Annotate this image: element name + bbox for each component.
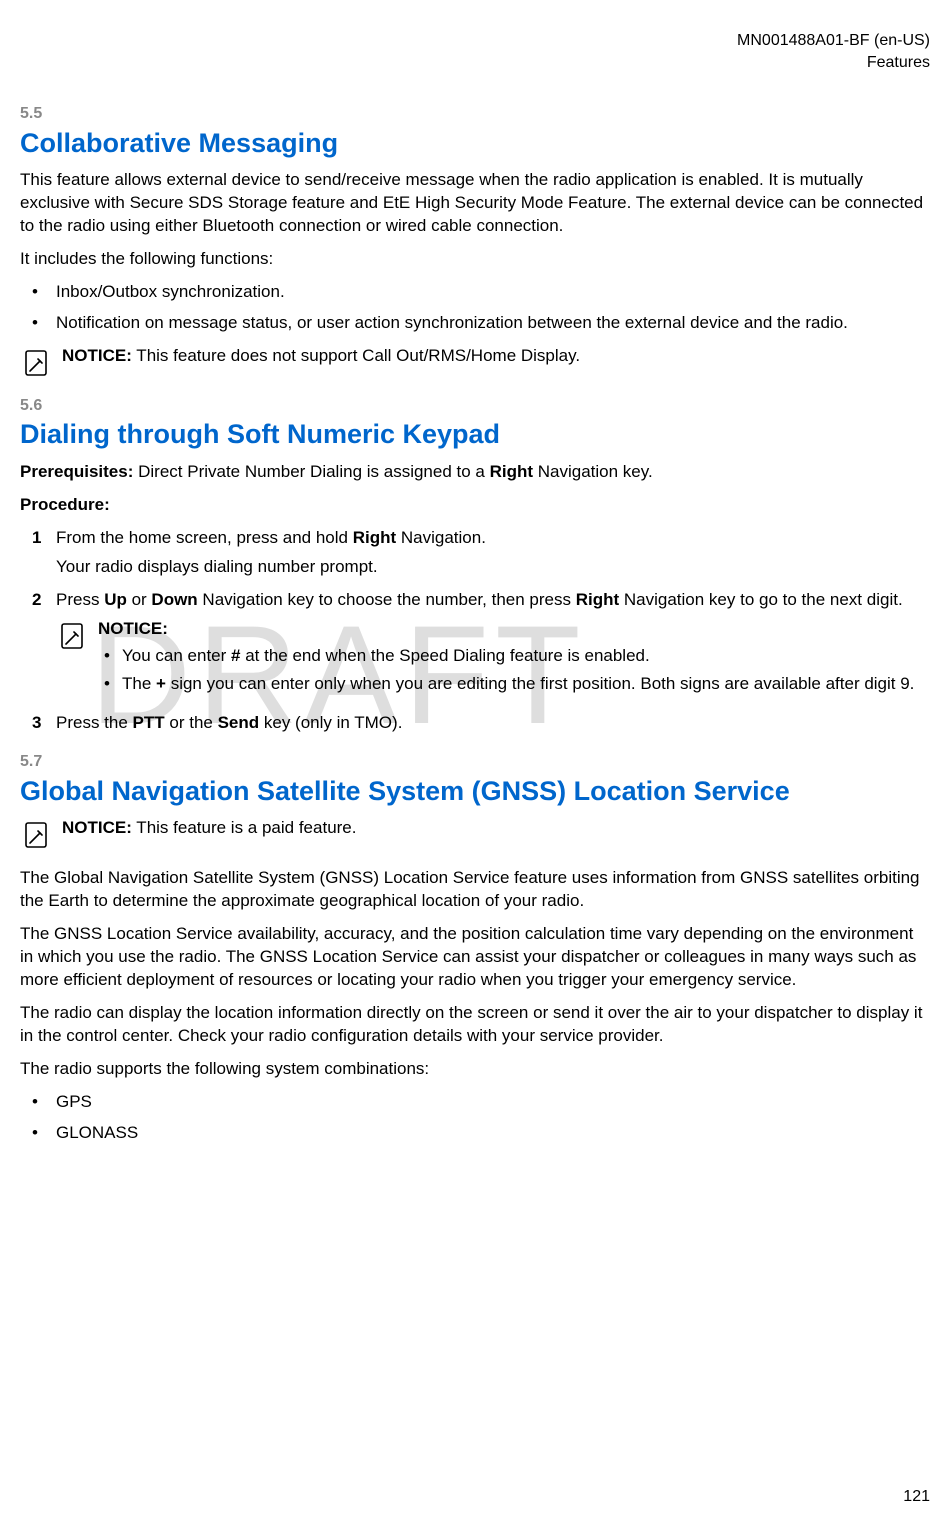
list-item: Inbox/Outbox synchronization.	[20, 281, 930, 304]
para-55-1: This feature allows external device to s…	[20, 169, 930, 238]
procedure-label: Procedure:	[20, 494, 930, 517]
step-2-right: Right	[576, 590, 619, 609]
step-2-text-e: Navigation key to choose the number, the…	[198, 590, 576, 609]
section-title-dialing: Dialing through Soft Numeric Keypad	[20, 416, 930, 452]
notice-icon	[56, 620, 88, 652]
step-2-text-c: or	[127, 590, 152, 609]
list-item: The + sign you can enter only when you a…	[98, 673, 930, 696]
notice-label: NOTICE:	[62, 818, 132, 837]
step-1-text-a: From the home screen, press and hold	[56, 528, 353, 547]
b2b: +	[156, 674, 166, 693]
notice-text: This feature is a paid feature.	[132, 818, 357, 837]
section-title-gnss: Global Navigation Satellite System (GNSS…	[20, 773, 930, 809]
prereq-text-b: Navigation key.	[533, 462, 653, 481]
bullet-list-55: Inbox/Outbox synchronization. Notificati…	[20, 281, 930, 335]
section-number-55: 5.5	[20, 103, 930, 125]
notice-text: This feature does not support Call Out/R…	[132, 346, 580, 365]
step-3-send: Send	[218, 713, 260, 732]
notice-content: NOTICE: This feature does not support Ca…	[62, 345, 930, 368]
prereq-text-a: Direct Private Number Dialing is assigne…	[133, 462, 489, 481]
bullet-list-57: GPS GLONASS	[20, 1091, 930, 1145]
notice-icon	[20, 347, 52, 379]
doc-id: MN001488A01-BF (en-US)	[20, 30, 930, 52]
step-3-text-a: Press the	[56, 713, 133, 732]
procedure-list: From the home screen, press and hold Rig…	[20, 527, 930, 736]
b2c: sign you can enter only when you are edi…	[166, 674, 914, 693]
step-1-text-c: Navigation.	[396, 528, 486, 547]
step-1: From the home screen, press and hold Rig…	[20, 527, 930, 579]
step-3-ptt: PTT	[133, 713, 165, 732]
prereq-bold: Right	[490, 462, 533, 481]
step-2-text-a: Press	[56, 590, 104, 609]
header-meta: MN001488A01-BF (en-US) Features	[20, 30, 930, 73]
step-3-text-e: key (only in TMO).	[259, 713, 402, 732]
list-item: GPS	[20, 1091, 930, 1114]
notice-step2: NOTICE: You can enter # at the end when …	[56, 618, 930, 703]
nested-bullets: You can enter # at the end when the Spee…	[98, 645, 930, 697]
notice-content: NOTICE: This feature is a paid feature.	[62, 817, 930, 840]
page-number: 121	[903, 1486, 930, 1508]
b2a: The	[122, 674, 156, 693]
notice-label: NOTICE:	[98, 618, 930, 641]
notice-label: NOTICE:	[62, 346, 132, 365]
notice-content: NOTICE: You can enter # at the end when …	[98, 618, 930, 703]
list-item: You can enter # at the end when the Spee…	[98, 645, 930, 668]
b1c: at the end when the Speed Dialing featur…	[240, 646, 649, 665]
step-2-text-g: Navigation key to go to the next digit.	[619, 590, 903, 609]
para-57-3: The radio can display the location infor…	[20, 1002, 930, 1048]
list-item: GLONASS	[20, 1122, 930, 1145]
para-57-2: The GNSS Location Service availability, …	[20, 923, 930, 992]
section-title-collaborative-messaging: Collaborative Messaging	[20, 125, 930, 161]
prereq-label: Prerequisites:	[20, 462, 133, 481]
prereq-line: Prerequisites: Direct Private Number Dia…	[20, 461, 930, 484]
notice-57: NOTICE: This feature is a paid feature.	[20, 817, 930, 851]
step-3: Press the PTT or the Send key (only in T…	[20, 712, 930, 735]
para-57-4: The radio supports the following system …	[20, 1058, 930, 1081]
notice-icon	[20, 819, 52, 851]
list-item: Notification on message status, or user …	[20, 312, 930, 335]
step-2-down: Down	[151, 590, 197, 609]
section-number-56: 5.6	[20, 395, 930, 417]
step-2: Press Up or Down Navigation key to choos…	[20, 589, 930, 703]
para-55-2: It includes the following functions:	[20, 248, 930, 271]
b1a: You can enter	[122, 646, 231, 665]
section-name: Features	[20, 52, 930, 74]
step-2-up: Up	[104, 590, 127, 609]
section-number-57: 5.7	[20, 751, 930, 773]
step-3-text-c: or the	[165, 713, 218, 732]
notice-55: NOTICE: This feature does not support Ca…	[20, 345, 930, 379]
para-57-1: The Global Navigation Satellite System (…	[20, 867, 930, 913]
step-1-sub: Your radio displays dialing number promp…	[56, 556, 930, 579]
step-1-bold: Right	[353, 528, 396, 547]
